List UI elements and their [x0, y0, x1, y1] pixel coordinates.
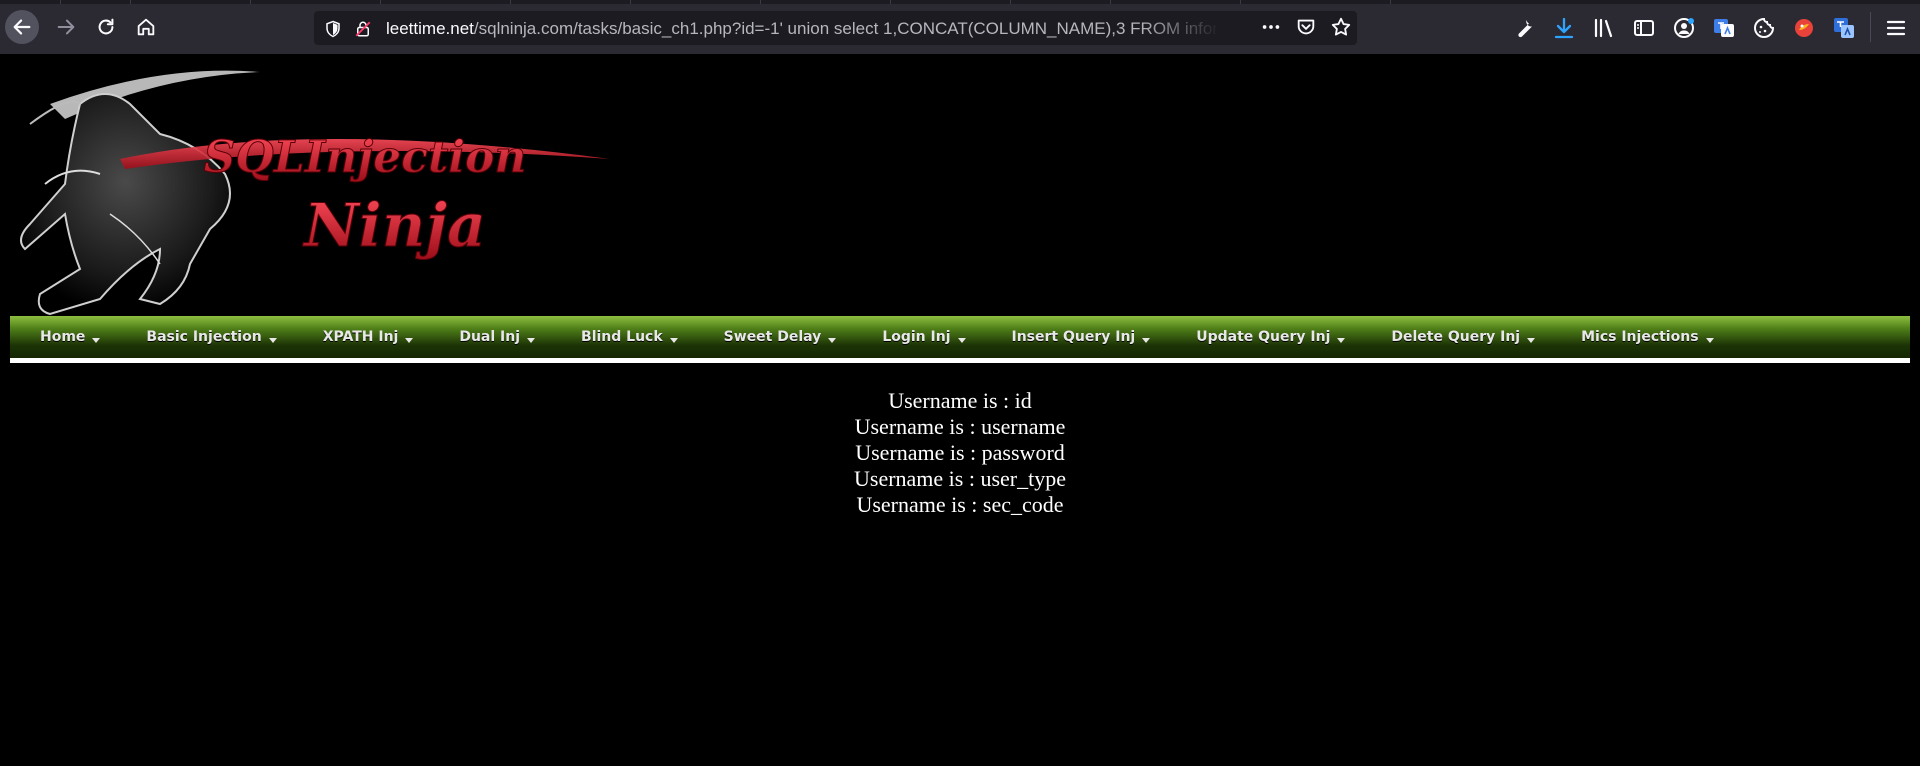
nav-item-delete-query-inj[interactable]: Delete Query Inj: [1391, 329, 1536, 345]
nav-item-dual-inj[interactable]: Dual Inj: [459, 329, 536, 345]
forward-button[interactable]: [49, 10, 83, 44]
caret-down-icon: [669, 337, 678, 343]
more-icon[interactable]: [1260, 16, 1282, 38]
logo-line2: Ninja: [302, 191, 486, 261]
main-navbar: Home Basic Injection XPATH Inj Dual Inj …: [10, 316, 1910, 363]
caret-down-icon: [1142, 337, 1151, 343]
nav-divider: [10, 358, 1910, 363]
nav-item-label: Blind Luck: [581, 329, 663, 345]
home-icon: [137, 18, 155, 36]
wrench-icon[interactable]: [1512, 16, 1536, 40]
back-icon: [13, 19, 31, 35]
caret-down-icon: [92, 337, 101, 343]
menu-icon[interactable]: [1884, 16, 1908, 40]
nav-item-blind-luck[interactable]: Blind Luck: [581, 329, 678, 345]
tab-strip[interactable]: [0, 0, 1920, 4]
nav-item-label: Sweet Delay: [723, 329, 822, 345]
nav-menu: Home Basic Injection XPATH Inj Dual Inj …: [40, 316, 1760, 358]
pocket-icon[interactable]: [1295, 16, 1317, 38]
nav-item-update-query-inj[interactable]: Update Query Inj: [1196, 329, 1346, 345]
nav-item-label: XPATH Inj: [322, 329, 399, 345]
cookie-icon[interactable]: [1752, 16, 1776, 40]
nav-item-label: Login Inj: [882, 329, 951, 345]
nav-item-label: Home: [40, 329, 86, 345]
download-icon[interactable]: [1552, 16, 1576, 40]
extension-icon[interactable]: [1792, 16, 1816, 40]
back-button[interactable]: [5, 10, 39, 44]
url-text[interactable]: leettime.net/sqlninja.com/tasks/basic_ch…: [386, 19, 1216, 39]
ninja-logo-image: SQLInjection Ninja: [20, 70, 610, 316]
caret-down-icon: [957, 337, 966, 343]
sidebar-icon[interactable]: [1632, 16, 1656, 40]
caret-down-icon: [1337, 337, 1346, 343]
caret-down-icon: [405, 337, 414, 343]
caret-down-icon: [1705, 337, 1714, 343]
nav-item-label: Dual Inj: [459, 329, 521, 345]
nav-item-label: Update Query Inj: [1196, 329, 1331, 345]
nav-item-mics-injections[interactable]: Mics Injections: [1581, 329, 1714, 345]
logo-line1: SQLInjection: [204, 132, 527, 183]
bookmark-star-icon[interactable]: [1330, 16, 1352, 38]
nav-item-insert-query-inj[interactable]: Insert Query Inj: [1012, 329, 1151, 345]
account-icon[interactable]: [1672, 16, 1696, 40]
result-line: Username is : username: [854, 414, 1066, 439]
forward-icon: [57, 19, 75, 35]
browser-toolbar: leettime.net/sqlninja.com/tasks/basic_ch…: [0, 0, 1920, 54]
result-line: Username is : user_type: [854, 466, 1066, 491]
nav-item-basic-injection[interactable]: Basic Injection: [146, 329, 277, 345]
reload-button[interactable]: [89, 10, 123, 44]
home-button[interactable]: [129, 10, 163, 44]
shield-icon[interactable]: [324, 20, 342, 38]
library-icon[interactable]: [1592, 16, 1616, 40]
nav-item-label: Delete Query Inj: [1391, 329, 1521, 345]
nav-item-sweet-delay[interactable]: Sweet Delay: [724, 329, 837, 345]
url-fade: [1140, 11, 1220, 45]
caret-down-icon: [1527, 337, 1536, 343]
nav-item-label: Insert Query Inj: [1011, 329, 1136, 345]
caret-down-icon: [828, 337, 837, 343]
caret-down-icon: [527, 337, 536, 343]
nav-item-login-inj[interactable]: Login Inj: [882, 329, 966, 345]
query-results: Username is : id Username is : username …: [0, 388, 1920, 518]
insecure-lock-icon[interactable]: [354, 20, 372, 38]
nav-item-xpath-inj[interactable]: XPATH Inj: [323, 329, 414, 345]
result-line: Username is : sec_code: [856, 492, 1064, 517]
caret-down-icon: [268, 337, 277, 343]
toolbar-divider: [1870, 12, 1871, 42]
url-path: /sqlninja.com/tasks/basic_ch1.php?id=-1'…: [473, 19, 1216, 38]
url-host: leettime.net: [386, 19, 474, 38]
translate-icon[interactable]: [1712, 16, 1736, 40]
result-line: Username is : password: [855, 440, 1065, 465]
site-banner: SQLInjection Ninja: [10, 64, 610, 316]
nav-item-label: Basic Injection: [146, 329, 262, 345]
result-line: Username is : id: [888, 388, 1032, 413]
nav-item-label: Mics Injections: [1581, 329, 1699, 345]
reload-icon: [98, 18, 114, 35]
nav-item-home[interactable]: Home: [40, 329, 101, 345]
translate-alt-icon[interactable]: [1832, 16, 1856, 40]
